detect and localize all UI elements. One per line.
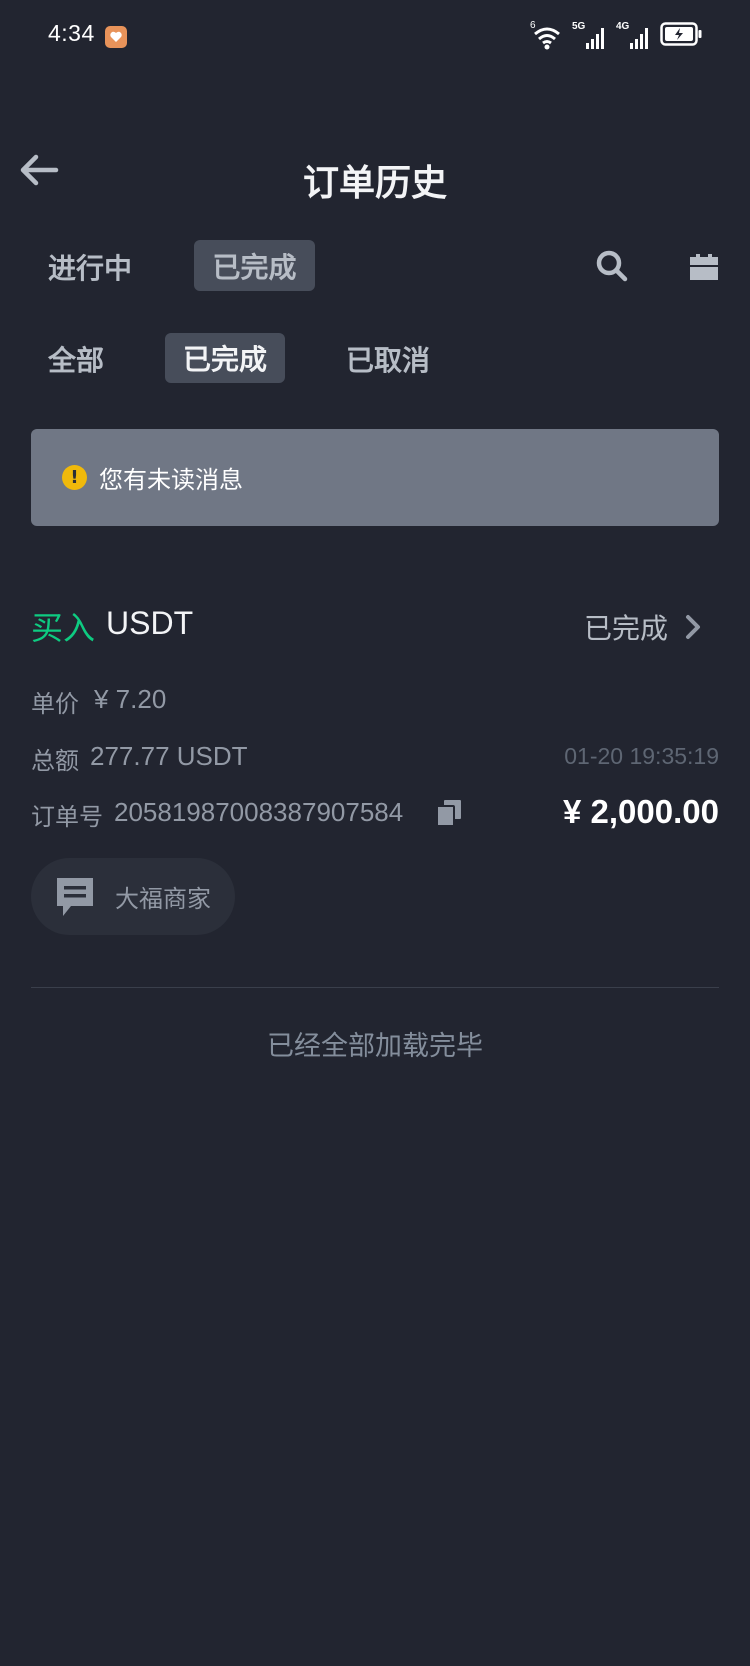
filter-cancelled[interactable]: 已取消 — [346, 339, 430, 379]
unread-message-banner[interactable]: ! 您有未读消息 — [31, 429, 719, 526]
copy-icon[interactable] — [436, 800, 461, 827]
search-icon[interactable] — [594, 248, 630, 284]
divider — [31, 987, 719, 988]
app-notification-icon — [105, 26, 127, 48]
tab-completed-label: 已完成 — [212, 250, 297, 284]
order-asset: USDT — [106, 605, 194, 641]
calendar-icon[interactable] — [690, 254, 718, 280]
filter-completed[interactable]: 已完成 — [165, 333, 285, 383]
price-label: 单价 — [31, 690, 79, 718]
order-amount: ¥ 2,000.00 — [563, 793, 719, 830]
signal-5g-icon: 5G — [572, 21, 606, 50]
signal-4g-icon: 4G — [616, 21, 650, 50]
total-value: 277.77 USDT — [90, 741, 248, 771]
wifi-icon: 6 — [530, 20, 562, 50]
notice-text: 您有未读消息 — [99, 466, 243, 494]
chevron-right-icon[interactable] — [684, 614, 702, 640]
warning-icon: ! — [62, 465, 87, 490]
end-of-list-text: 已经全部加载完毕 — [267, 1031, 483, 1062]
price-value: ¥ 7.20 — [94, 684, 167, 714]
total-label: 总额 — [31, 747, 79, 775]
filter-all[interactable]: 全部 — [48, 339, 104, 379]
order-number-value: 20581987008387907584 — [114, 797, 404, 827]
tab-in-progress[interactable]: 进行中 — [48, 247, 132, 287]
order-number-label: 订单号 — [31, 803, 103, 831]
battery-charging-icon — [660, 22, 702, 50]
tab-completed[interactable]: 已完成 — [194, 240, 315, 291]
merchant-name: 大福商家 — [115, 885, 211, 913]
order-status[interactable]: 已完成 — [584, 607, 668, 647]
order-side: 买入 — [31, 609, 96, 647]
status-time: 4:34 — [48, 20, 95, 46]
filter-completed-label: 已完成 — [182, 343, 267, 376]
merchant-chat-button[interactable]: 大福商家 — [31, 858, 235, 935]
order-time: 01-20 19:35:19 — [564, 743, 719, 769]
page-title: 订单历史 — [302, 163, 447, 204]
wifi-tag: 6 — [530, 20, 536, 31]
status-icons: 6 5G 4G — [530, 20, 702, 50]
chat-icon — [55, 876, 95, 918]
